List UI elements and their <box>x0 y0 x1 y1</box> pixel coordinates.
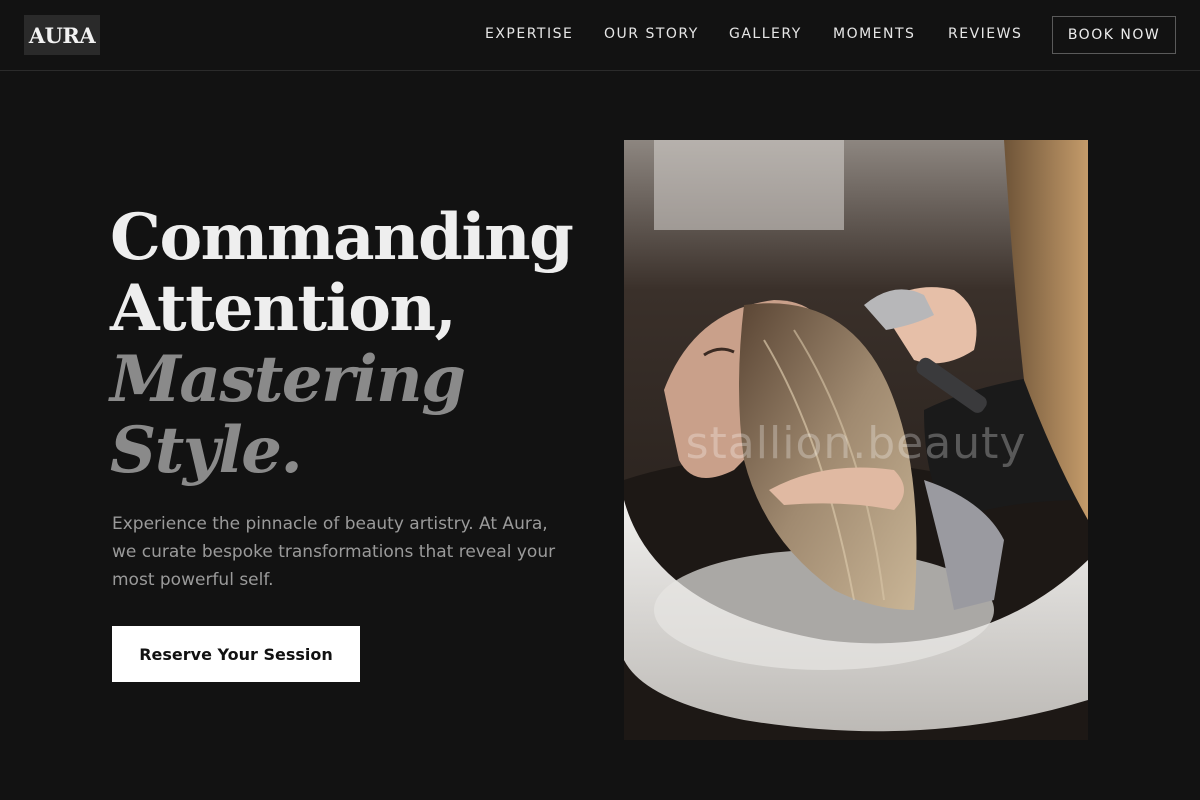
headline-line-2: Attention, <box>110 271 457 346</box>
headline-line-4: Style. <box>110 413 303 488</box>
site-header: AURA EXPERTISE OUR STORY GALLERY MOMENTS… <box>0 0 1200 71</box>
hero-headline: Commanding Attention, Mastering Style. <box>110 202 590 486</box>
book-now-button[interactable]: BOOK NOW <box>1052 16 1176 54</box>
headline-line-1: Commanding <box>110 200 574 275</box>
headline-line-3: Mastering <box>110 342 466 417</box>
reserve-session-button[interactable]: Reserve Your Session <box>112 626 360 682</box>
nav-item-reviews[interactable]: REVIEWS <box>948 26 1022 42</box>
main-nav: EXPERTISE OUR STORY GALLERY MOMENTS REVI… <box>0 0 1200 70</box>
nav-item-our-story[interactable]: OUR STORY <box>604 26 699 42</box>
nav-item-gallery[interactable]: GALLERY <box>729 26 802 42</box>
hero-description: Experience the pinnacle of beauty artist… <box>112 514 556 590</box>
nav-item-moments[interactable]: MOMENTS <box>833 26 915 42</box>
nav-item-expertise[interactable]: EXPERTISE <box>485 26 573 42</box>
hero-photo: stallion.beauty <box>624 140 1088 740</box>
photo-watermark: stallion.beauty <box>685 418 1027 469</box>
